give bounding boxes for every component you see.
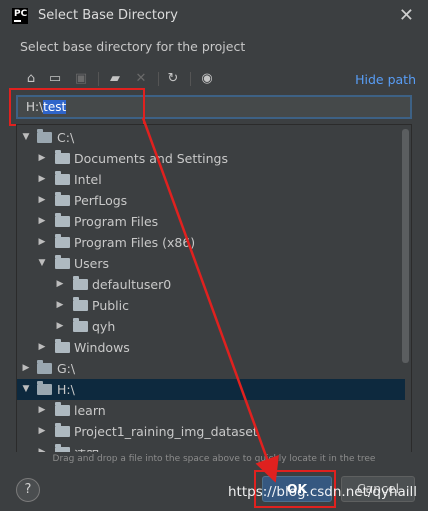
directory-tree[interactable]: ▼ C:\ ▶ Documents and Settings ▶ Intel ▶ PerfLo… bbox=[16, 124, 412, 453]
drive-icon bbox=[37, 360, 52, 374]
expanded-arrow-icon[interactable]: ▼ bbox=[37, 257, 47, 269]
collapsed-arrow-icon[interactable]: ▶ bbox=[55, 299, 65, 311]
collapsed-arrow-icon[interactable]: ▶ bbox=[37, 173, 47, 185]
refresh-icon[interactable]: ↻ bbox=[164, 70, 182, 88]
folder-icon bbox=[55, 402, 70, 416]
collapsed-arrow-icon[interactable]: ▶ bbox=[37, 194, 47, 206]
project-icon[interactable]: ▣ bbox=[72, 70, 90, 88]
tree-row[interactable]: ▼ H:\ bbox=[17, 379, 405, 400]
tree-row-label: Program Files (x86) bbox=[74, 235, 196, 250]
tree-row-label: defaultuser0 bbox=[92, 277, 172, 292]
collapsed-arrow-icon[interactable]: ▶ bbox=[21, 362, 31, 374]
hide-path-link[interactable]: Hide path bbox=[355, 72, 416, 87]
tree-row[interactable]: ▶ Program Files (x86) bbox=[17, 232, 405, 253]
tree-row-label: C:\ bbox=[57, 130, 75, 145]
collapsed-arrow-icon[interactable]: ▶ bbox=[37, 215, 47, 227]
tree-row-label: H:\ bbox=[57, 382, 75, 397]
expanded-arrow-icon[interactable]: ▼ bbox=[21, 383, 31, 395]
window-title: Select Base Directory bbox=[38, 8, 178, 23]
tree-row-label: qyh bbox=[92, 319, 116, 334]
dialog-description: Select base directory for the project bbox=[20, 39, 246, 54]
folder-icon bbox=[73, 318, 88, 332]
folder-icon bbox=[55, 150, 70, 164]
tree-row[interactable]: ▶ Project1_raining_img_dataset bbox=[17, 421, 405, 442]
collapsed-arrow-icon[interactable]: ▶ bbox=[55, 320, 65, 332]
tree-row-label: Intel bbox=[74, 172, 102, 187]
tree-row[interactable]: ▼ C:\ bbox=[17, 127, 405, 148]
expanded-arrow-icon[interactable]: ▼ bbox=[21, 131, 31, 143]
tree-row-label: G:\ bbox=[57, 361, 76, 376]
collapsed-arrow-icon[interactable]: ▶ bbox=[37, 425, 47, 437]
show-hidden-icon[interactable]: ◉ bbox=[198, 70, 216, 88]
folder-icon bbox=[55, 339, 70, 353]
collapsed-arrow-icon[interactable]: ▶ bbox=[37, 341, 47, 353]
annotation-box-path bbox=[9, 88, 145, 126]
watermark-text: https://blog.csdn.net/qyhaill bbox=[228, 484, 418, 500]
tree-row[interactable]: ▶ Documents and Settings bbox=[17, 148, 405, 169]
tree-row[interactable]: ▶ qyh bbox=[17, 316, 405, 337]
tree-row-label: Program Files bbox=[74, 214, 159, 229]
folder-icon bbox=[55, 423, 70, 437]
folder-icon bbox=[73, 297, 88, 311]
folder-icon bbox=[55, 234, 70, 248]
tree-row-label: Documents and Settings bbox=[74, 151, 229, 166]
toolbar-separator bbox=[158, 72, 159, 86]
tree-row-label: learn bbox=[74, 403, 106, 418]
collapsed-arrow-icon[interactable]: ▶ bbox=[55, 278, 65, 290]
tree-row[interactable]: ▶ defaultuser0 bbox=[17, 274, 405, 295]
close-icon[interactable]: ✕ bbox=[399, 5, 414, 26]
tree-row-label: PerfLogs bbox=[74, 193, 128, 208]
tree-row-label: Users bbox=[74, 256, 110, 271]
tree-row[interactable]: ▶ PerfLogs bbox=[17, 190, 405, 211]
delete-icon[interactable]: ✕ bbox=[132, 70, 150, 88]
drive-icon bbox=[37, 381, 52, 395]
folder-icon bbox=[55, 192, 70, 206]
folder-icon bbox=[73, 276, 88, 290]
tree-row-label: Project1_raining_img_dataset bbox=[74, 424, 258, 439]
tree-row-label: Windows bbox=[74, 340, 130, 355]
title-bar: PC Select Base Directory ✕ bbox=[0, 0, 428, 32]
toolbar-separator bbox=[98, 72, 99, 86]
tree-row[interactable]: ▶ G:\ bbox=[17, 358, 405, 379]
pycharm-app-icon: PC bbox=[12, 8, 28, 24]
desktop-icon[interactable]: ▭ bbox=[46, 70, 64, 88]
collapsed-arrow-icon[interactable]: ▶ bbox=[37, 152, 47, 164]
collapsed-arrow-icon[interactable]: ▶ bbox=[37, 404, 47, 416]
tree-row[interactable]: ▶ Intel bbox=[17, 169, 405, 190]
tree-row[interactable]: ▶ Program Files bbox=[17, 211, 405, 232]
tree-row[interactable]: ▶ learn bbox=[17, 400, 405, 421]
drag-drop-hint: Drag and drop a file into the space abov… bbox=[16, 452, 412, 466]
new-folder-icon[interactable]: ▰ bbox=[106, 70, 124, 88]
tree-row[interactable]: ▶ Windows bbox=[17, 337, 405, 358]
tree-row-label: Public bbox=[92, 298, 129, 313]
folder-icon bbox=[55, 213, 70, 227]
home-icon[interactable]: ⌂ bbox=[22, 70, 40, 88]
toolbar-separator bbox=[190, 72, 191, 86]
help-button[interactable]: ? bbox=[16, 478, 40, 502]
collapsed-arrow-icon[interactable]: ▶ bbox=[37, 236, 47, 248]
folder-icon bbox=[55, 255, 70, 269]
drive-icon bbox=[37, 129, 52, 143]
tree-row[interactable]: ▶ Public bbox=[17, 295, 405, 316]
folder-icon bbox=[55, 171, 70, 185]
tree-row[interactable]: ▼ Users bbox=[17, 253, 405, 274]
